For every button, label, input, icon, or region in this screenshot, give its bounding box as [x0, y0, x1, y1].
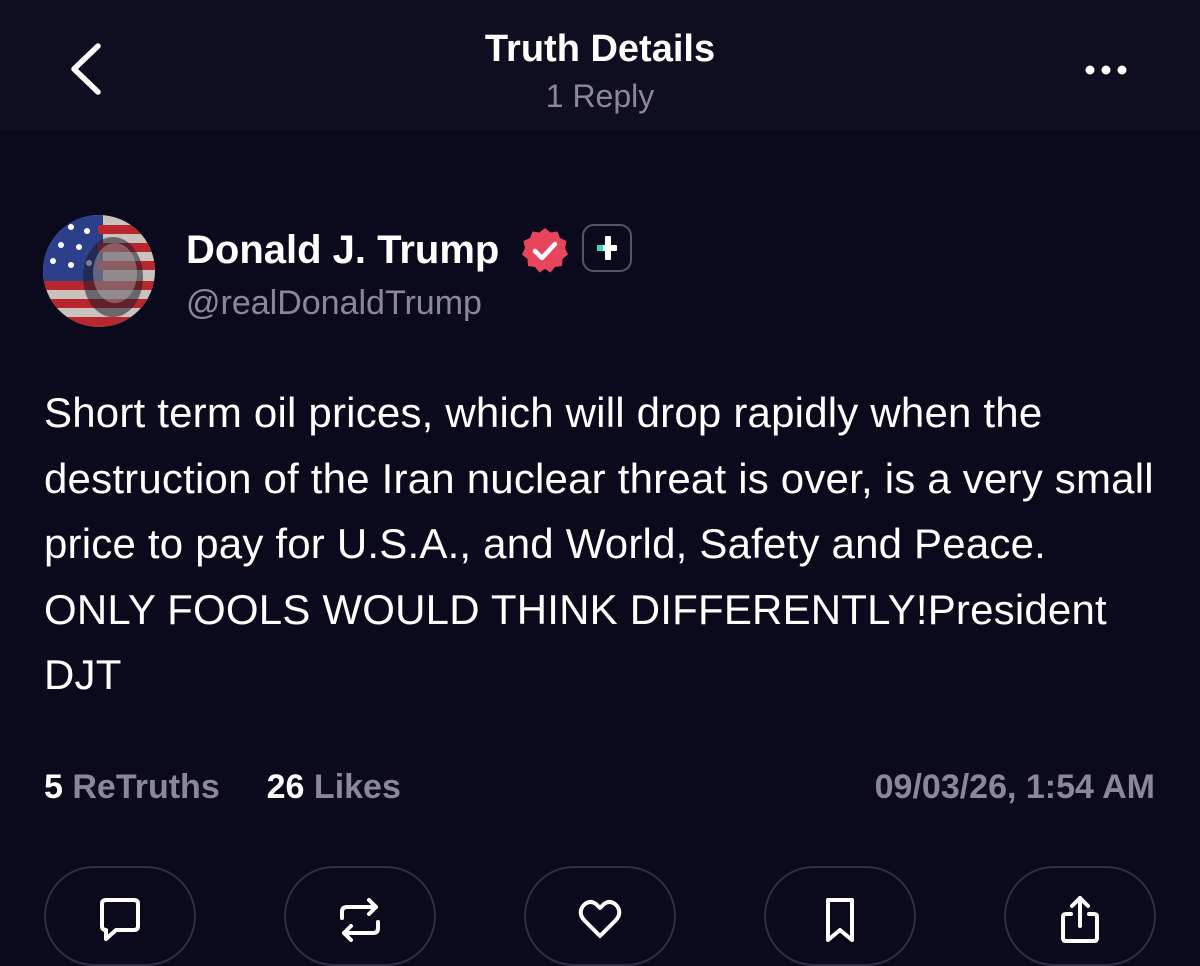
bookmark-icon	[826, 898, 854, 942]
post-stats: 5 ReTruths 26 Likes	[44, 768, 401, 807]
likes-label: Likes	[313, 768, 401, 806]
reply-count[interactable]: 1 Reply	[0, 78, 1200, 115]
likes-count: 26	[266, 768, 305, 806]
author-name[interactable]: Donald J. Trump	[186, 228, 499, 273]
verified-check-icon	[520, 225, 570, 275]
like-button[interactable]	[524, 866, 676, 966]
share-icon	[1061, 896, 1099, 943]
more-horizontal-icon	[1085, 65, 1127, 75]
post-timestamp: 09/03/26, 1:54 AM	[874, 768, 1155, 806]
repost-icon	[340, 898, 380, 942]
likes-stat[interactable]: 26 Likes	[267, 768, 401, 806]
page-title: Truth Details	[484, 28, 716, 70]
comment-icon	[100, 898, 140, 941]
more-options-button[interactable]	[1076, 50, 1136, 90]
bookmark-button[interactable]	[764, 866, 916, 966]
retruths-stat[interactable]: 5 ReTruths	[44, 768, 220, 806]
author-handle[interactable]: @realDonaldTrump	[186, 284, 482, 323]
reply-button[interactable]	[44, 866, 196, 966]
post-text: Short term oil prices, which will drop r…	[44, 389, 1154, 698]
heart-icon	[578, 899, 622, 938]
truth-plus-icon	[582, 224, 632, 272]
top-bar: Truth Details 1 Reply	[0, 0, 1200, 130]
retruth-button[interactable]	[284, 866, 436, 966]
avatar[interactable]	[43, 215, 155, 327]
retruths-count: 5	[44, 768, 63, 806]
retruths-label: ReTruths	[72, 768, 220, 806]
share-button[interactable]	[1004, 866, 1156, 966]
